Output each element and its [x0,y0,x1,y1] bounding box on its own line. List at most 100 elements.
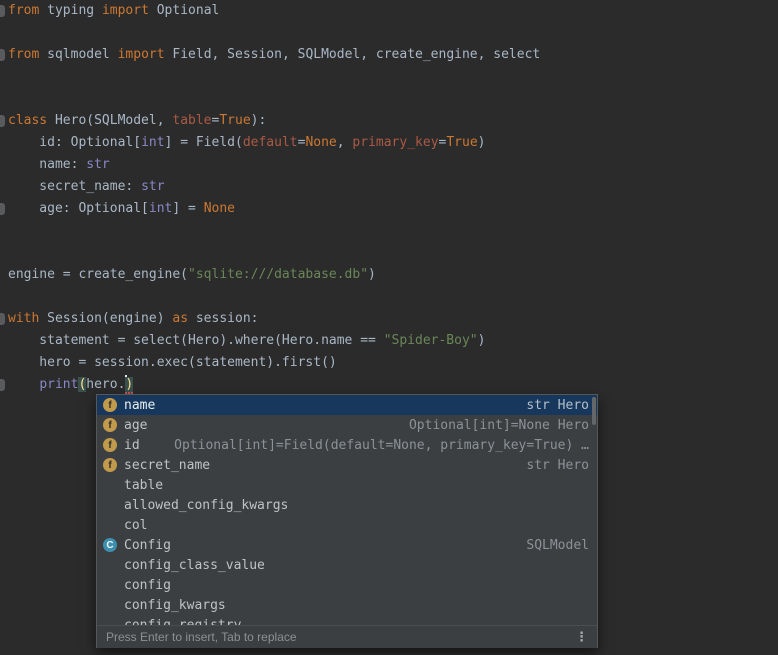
code-line[interactable]: with Session(engine) as session: [8,308,258,330]
completion-label: age [124,418,147,433]
completion-type-hint: SQLModel [526,538,589,553]
code-token: , [337,135,353,150]
field-icon: f [103,458,117,472]
completion-item-config_registry[interactable]: config_registry [97,615,597,625]
gutter-icon[interactable] [0,5,5,17]
completion-label: Config [124,538,171,553]
code-token: Hero(SQLModel, [47,113,172,128]
code-token: engine = create_engine( [8,267,188,282]
completion-item-name[interactable]: fname str Hero [97,395,597,415]
code-token: sqlmodel [39,47,117,62]
code-token: with [8,311,39,326]
completion-item-table[interactable]: table [97,475,597,495]
code-token: Session(engine) [39,311,172,326]
no-icon [103,558,117,572]
completion-item-config[interactable]: config [97,575,597,595]
code-token: session: [188,311,258,326]
code-token: int [141,135,164,150]
completion-label: config_registry [124,618,241,626]
code-token: ) [478,135,486,150]
completion-label: secret_name [124,458,210,473]
gutter-icon[interactable] [0,313,5,325]
code-token: name: [8,157,86,172]
no-icon [103,498,117,512]
code-token: import [102,3,149,18]
completion-item-config_kwargs[interactable]: config_kwargs [97,595,597,615]
no-icon [103,598,117,612]
completion-label: config_class_value [124,558,265,573]
code-token: ] = [172,201,203,216]
code-line[interactable]: id: Optional[int] = Field(default=None, … [8,132,485,154]
completion-type-hint: Optional[int]=None Hero [409,418,589,433]
completion-item-id[interactable]: fid Optional[int]=Field(default=None, pri… [97,435,597,455]
code-token: class [8,113,47,128]
code-token: ] = Field( [165,135,243,150]
gutter-icon[interactable] [0,379,5,391]
code-token: None [305,135,336,150]
completion-hint: Press Enter to insert, Tab to replace [106,630,297,644]
code-token: hero. [86,377,125,392]
code-token: statement = select(Hero).where(Hero.name… [8,333,384,348]
class-icon: C [103,538,117,552]
completion-item-age[interactable]: fageOptional[int]=None Hero [97,415,597,435]
code-token [8,377,39,392]
code-token: primary_key [352,135,438,150]
completion-item-col[interactable]: col [97,515,597,535]
code-token: ): [251,113,267,128]
completion-label: col [124,518,147,533]
code-line[interactable]: secret_name: str [8,176,165,198]
completion-label: allowed_config_kwargs [124,498,288,513]
code-token: print [39,377,78,392]
code-line[interactable]: class Hero(SQLModel, table=True): [8,110,266,132]
code-token: "sqlite:///database.db" [188,267,368,282]
no-icon [103,578,117,592]
completion-item-allowed_config_kwargs[interactable]: allowed_config_kwargs [97,495,597,515]
code-token: id: Optional[ [8,135,141,150]
gutter-icon[interactable] [0,203,5,215]
completion-popup: fnamestr HerofageOptional[int]=None Hero… [96,394,598,648]
code-line[interactable]: name: str [8,154,110,176]
code-token: default [243,135,298,150]
code-token: import [118,47,165,62]
completion-footer: Press Enter to insert, Tab to replace ⋮ [97,625,597,648]
code-token: str [141,179,164,194]
completion-label: config [124,578,171,593]
code-token: hero = session.exec(statement).first() [8,355,337,370]
code-token: str [86,157,109,172]
code-token: Optional [149,3,219,18]
code-token: ) [125,377,133,394]
completion-type-hint: str Hero [526,458,589,473]
no-icon [103,518,117,532]
code-token: from [8,47,39,62]
completion-item-secret_name[interactable]: f secret_name str Hero [97,455,597,475]
code-line[interactable]: hero = session.exec(statement).first() [8,352,337,374]
code-line[interactable]: age: Optional[int] = None [8,198,235,220]
field-icon: f [103,438,117,452]
code-line[interactable]: from sqlmodel import Field, Session, SQL… [8,44,540,66]
completion-label: table [124,478,163,493]
code-line[interactable]: statement = select(Hero).where(Hero.name… [8,330,485,352]
completion-item-config_class_value[interactable]: config_class_value [97,555,597,575]
completion-label: name [124,398,155,413]
completion-type-hint: Optional[int]=Field(default=None, primar… [174,438,589,453]
completion-type-hint: str Hero [526,398,589,413]
field-icon: f [103,398,117,412]
code-token: age: Optional[ [8,201,149,216]
completion-list: fnamestr HerofageOptional[int]=None Hero… [97,395,597,625]
code-line[interactable]: print(hero.) [8,374,133,396]
no-icon [103,618,117,625]
code-line[interactable]: engine = create_engine("sqlite:///databa… [8,264,376,286]
code-token: True [219,113,250,128]
popup-scrollbar[interactable] [592,397,596,425]
gutter-icon[interactable] [0,49,5,61]
code-token: int [149,201,172,216]
code-token: from [8,3,39,18]
code-token: ) [478,333,486,348]
completion-item-Config[interactable]: C Config SQLModel [97,535,597,555]
code-line[interactable]: from typing import Optional [8,0,219,22]
more-options-icon[interactable]: ⋮ [575,631,588,644]
gutter-icon[interactable] [0,115,5,127]
code-token: "Spider-Boy" [384,333,478,348]
completion-label: id [124,438,140,453]
code-token: True [446,135,477,150]
